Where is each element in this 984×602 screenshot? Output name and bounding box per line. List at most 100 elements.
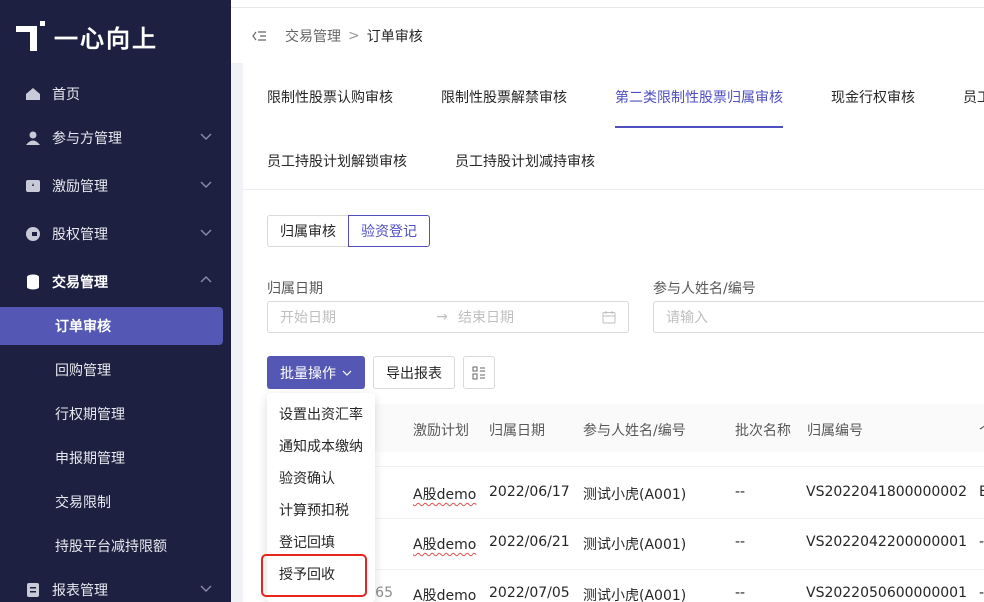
- column-settings-button[interactable]: [463, 356, 495, 389]
- chevron-up-icon: [200, 276, 212, 283]
- sidebar-item-reports[interactable]: 报表管理: [0, 568, 231, 602]
- sidebar-subitem-reduction-limit[interactable]: 持股平台减持限额: [0, 524, 231, 568]
- chevron-down-icon: [200, 229, 212, 236]
- sidebar-item-equity[interactable]: 股权管理: [0, 212, 231, 256]
- row-1-code: VS2022041800000002: [806, 484, 967, 500]
- row-1-person: 测试小虎(A001): [583, 487, 687, 503]
- highlight-box: [261, 554, 367, 597]
- row-2-plan: A股demo: [413, 537, 477, 553]
- row-1-plan: A股demo: [413, 487, 477, 503]
- chevron-down-icon: [200, 181, 212, 188]
- chevron-down-icon: [200, 585, 212, 592]
- column-header-truncated: 个: [979, 420, 984, 440]
- sidebar-item-label: 激励管理: [52, 179, 108, 195]
- row-2-batch: --: [735, 534, 746, 550]
- sidebar-subitem-label: 行权期管理: [55, 407, 125, 423]
- breadcrumb-separator: >: [348, 27, 360, 44]
- row-1-batch: --: [735, 484, 746, 500]
- award-icon: [24, 177, 42, 195]
- sidebar-subitem-label: 交易限制: [55, 495, 111, 511]
- row-3-plan: A股demo: [413, 588, 477, 602]
- column-header-plan: 激励计划: [413, 423, 469, 439]
- sidebar-subitem-label: 订单审核: [55, 319, 111, 335]
- row-2-code: VS2022042200000001: [806, 534, 967, 550]
- sidebar-item-label: 交易管理: [52, 275, 108, 291]
- row-3-batch: --: [735, 585, 746, 601]
- row-3-code: VS2022050600000001: [806, 585, 967, 601]
- row-3-date: 2022/07/05: [489, 585, 570, 601]
- tab-restricted-subscription-review[interactable]: 限制性股票认购审核: [267, 87, 393, 107]
- row-3-extra: -: [979, 585, 984, 601]
- menu-item-calc-withholding-tax[interactable]: 计算预扣税: [279, 500, 349, 520]
- tab-class2-vesting-review[interactable]: 第二类限制性股票归属审核: [615, 87, 783, 107]
- segment-capital-verification[interactable]: 验资登记: [348, 215, 430, 247]
- sidebar-item-incentive[interactable]: 激励管理: [0, 164, 231, 208]
- top-gap: [231, 0, 984, 7]
- calendar-icon: [602, 311, 616, 324]
- column-settings-icon: [472, 366, 485, 379]
- tab-espp-unlock-review[interactable]: 员工持股计划解锁审核: [267, 151, 407, 171]
- row-3-person: 测试小虎(A001): [583, 588, 687, 602]
- breadcrumb: 交易管理 > 订单审核: [285, 26, 423, 46]
- column-header-participant: 参与人姓名/编号: [583, 423, 686, 439]
- row-divider: [375, 466, 984, 467]
- row-divider: [375, 518, 984, 519]
- sidebar-item-home[interactable]: 首页: [0, 72, 231, 116]
- report-icon: [24, 581, 42, 599]
- export-report-button[interactable]: 导出报表: [373, 356, 455, 389]
- sidebar-subitem-trade-restriction[interactable]: 交易限制: [0, 480, 231, 524]
- chevron-down-icon: [200, 133, 212, 140]
- logo[interactable]: 一心向上: [16, 18, 158, 54]
- column-header-vesting-code: 归属编号: [807, 423, 863, 439]
- column-header-batch: 批次名称: [735, 423, 791, 439]
- sidebar-subitem-order-review[interactable]: 订单审核: [0, 307, 223, 345]
- sidebar-item-participants[interactable]: 参与方管理: [0, 116, 231, 160]
- tab-espp-reduction-review[interactable]: 员工持股计划减持审核: [455, 151, 595, 171]
- row-divider: [375, 569, 984, 570]
- end-date-input[interactable]: 结束日期: [458, 307, 598, 327]
- sidebar-subitem-exercise-period[interactable]: 行权期管理: [0, 392, 231, 436]
- sidebar-subitem-label: 回购管理: [55, 363, 111, 379]
- chevron-down-icon: [342, 370, 352, 376]
- menu-item-capital-verification[interactable]: 验资确认: [279, 468, 335, 488]
- date-range-picker[interactable]: 开始日期 → 结束日期: [267, 301, 629, 333]
- batch-operation-label: 批量操作: [280, 365, 336, 382]
- database-icon: [24, 273, 42, 291]
- column-header-vesting-date: 归属日期: [489, 423, 545, 439]
- range-arrow-icon: →: [436, 309, 448, 325]
- sidebar-item-label: 首页: [52, 87, 80, 103]
- sidebar: 一心向上 首页 参与方管理 激励管理 股权管理 交易管理 订单审核 回购管理 行…: [0, 0, 231, 602]
- tabs-divider: [243, 189, 984, 190]
- participant-input[interactable]: 请输入: [653, 301, 984, 333]
- sidebar-item-trading[interactable]: 交易管理: [0, 260, 231, 304]
- sidebar-subitem-label: 申报期管理: [55, 451, 125, 467]
- tab-restricted-unlock-review[interactable]: 限制性股票解禁审核: [441, 87, 567, 107]
- user-group-icon: [24, 129, 42, 147]
- active-tab-indicator: [615, 126, 783, 128]
- header-bar: 交易管理 > 订单审核: [231, 7, 984, 63]
- menu-item-notify-cost-payment[interactable]: 通知成本缴纳: [279, 436, 363, 456]
- start-date-input[interactable]: 开始日期: [280, 307, 430, 327]
- row-1-date: 2022/06/17: [489, 484, 570, 500]
- vesting-date-label: 归属日期: [267, 281, 323, 297]
- sidebar-item-label: 股权管理: [52, 227, 108, 243]
- breadcrumb-current: 订单审核: [366, 28, 423, 45]
- sidebar-subitem-label: 持股平台减持限额: [55, 539, 167, 555]
- tab-cash-exercise-review[interactable]: 现金行权审核: [831, 87, 915, 107]
- menu-item-registration-backfill[interactable]: 登记回填: [279, 532, 335, 552]
- logo-mark-icon: [16, 21, 46, 51]
- row-2-extra: -: [979, 534, 984, 550]
- home-icon: [24, 85, 42, 103]
- sidebar-subitem-buyback[interactable]: 回购管理: [0, 348, 231, 392]
- tab-employee-truncated[interactable]: 员工: [963, 87, 984, 107]
- participant-label: 参与人姓名/编号: [653, 281, 756, 297]
- breadcrumb-parent[interactable]: 交易管理: [285, 26, 341, 46]
- pie-icon: [24, 225, 42, 243]
- sidebar-item-label: 参与方管理: [52, 131, 122, 147]
- menu-item-set-exchange-rate[interactable]: 设置出资汇率: [279, 404, 363, 424]
- batch-operation-button[interactable]: 批量操作: [267, 356, 365, 389]
- menu-collapse-icon[interactable]: [251, 28, 267, 44]
- sidebar-subitem-declaration-period[interactable]: 申报期管理: [0, 436, 231, 480]
- row-1-extra: E: [979, 484, 984, 500]
- segment-vesting-review[interactable]: 归属审核: [267, 215, 349, 247]
